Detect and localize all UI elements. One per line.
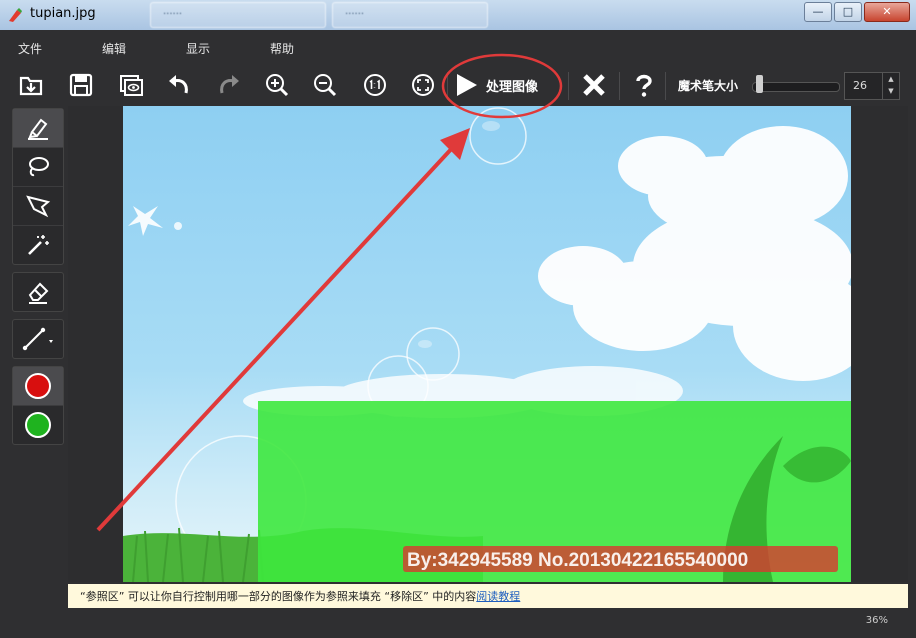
chevron-down-icon[interactable]: ▼: [883, 85, 899, 97]
zoom-level: 36%: [865, 615, 888, 626]
menu-view[interactable]: 显示: [186, 40, 210, 57]
save-button[interactable]: [64, 68, 98, 102]
open-icon: [19, 76, 43, 96]
brush-size-slider-thumb[interactable]: [755, 75, 763, 93]
window-controls: — □ ✕: [804, 2, 910, 22]
menu-edit[interactable]: 编辑: [102, 40, 126, 57]
eraser-tool[interactable]: [13, 273, 63, 311]
open-button[interactable]: [14, 68, 48, 102]
eraser-group: [12, 272, 64, 312]
brush-size-slider[interactable]: [752, 82, 840, 92]
zoom-out-button[interactable]: [308, 68, 342, 102]
image-watermark: By:342945589 No.20130422165540000: [407, 550, 748, 571]
red-dot: [25, 373, 51, 399]
sparkle-icon: [128, 206, 163, 236]
help-button[interactable]: [627, 68, 661, 102]
preview-icon: [120, 75, 143, 96]
close-button[interactable]: ✕: [864, 2, 910, 22]
toolbar-divider: [568, 72, 569, 100]
eraser-icon: [28, 282, 49, 304]
polygon-lasso-tool[interactable]: [13, 187, 63, 226]
brush-size-label: 魔术笔大小: [678, 79, 739, 93]
magic-wand-tool[interactable]: [13, 226, 63, 264]
info-text: “参照区” 可以让你自行控制用哪一部分的图像作为参照来填充 “移除区” 中的内容…: [80, 588, 520, 604]
redo-button[interactable]: [212, 68, 246, 102]
red-color-swatch[interactable]: [13, 367, 63, 406]
app-window: tupian.jpg ······ ······ — □ ✕ 文件 编辑 显示 …: [0, 0, 916, 638]
toolbar-divider: [619, 72, 620, 100]
polygon-lasso-icon: [26, 195, 51, 218]
zoom-out-icon: [314, 74, 337, 97]
undo-icon: [169, 75, 188, 94]
process-image-button[interactable]: 处理图像: [452, 68, 562, 102]
green-color-swatch[interactable]: [13, 406, 63, 444]
line-group: [12, 319, 64, 359]
minimize-button[interactable]: —: [804, 2, 832, 22]
redo-icon: [220, 75, 239, 94]
preview-button[interactable]: [114, 68, 148, 102]
toolbar-divider: [665, 72, 666, 100]
cancel-button[interactable]: [577, 68, 611, 102]
marker-tool[interactable]: [13, 109, 63, 148]
brush-size-stepper[interactable]: 26 ▲ ▼: [844, 72, 900, 100]
title-bar: tupian.jpg ······ ······ — □ ✕: [0, 0, 916, 31]
stepper-arrows[interactable]: ▲ ▼: [882, 73, 899, 99]
zoom-in-button[interactable]: [260, 68, 294, 102]
menu-help[interactable]: 帮助: [270, 40, 294, 57]
marker-icon: [28, 118, 48, 140]
color-group: [12, 366, 64, 445]
cancel-icon: [583, 74, 605, 96]
maximize-button[interactable]: □: [834, 2, 862, 22]
actual-size-button[interactable]: [358, 68, 392, 102]
background-tab[interactable]: ······: [150, 2, 326, 28]
chevron-up-icon[interactable]: ▲: [883, 73, 899, 85]
lasso-tool[interactable]: [13, 148, 63, 187]
image-scene: By:342945589 No.20130422165540000: [123, 107, 851, 582]
zoom-in-icon: [266, 74, 289, 97]
fit-screen-button[interactable]: [406, 68, 440, 102]
fit-screen-icon: [412, 74, 434, 96]
background-tab[interactable]: ······: [332, 2, 488, 28]
undo-button[interactable]: [162, 68, 196, 102]
status-bar: 36%: [0, 608, 916, 638]
help-icon: [636, 74, 652, 97]
edited-image[interactable]: By:342945589 No.20130422165540000: [123, 106, 851, 582]
line-icon: [22, 327, 53, 351]
line-tool[interactable]: [13, 320, 63, 358]
menu-bar: 文件 编辑 显示 帮助: [0, 30, 916, 64]
app-logo-icon: [9, 8, 22, 22]
brush-size-value[interactable]: 26: [853, 79, 867, 92]
read-tutorial-link[interactable]: 阅读教程: [476, 590, 520, 603]
magic-wand-icon: [28, 235, 49, 255]
toolbar-divider: [447, 72, 448, 100]
play-icon: [457, 74, 477, 96]
info-bar: “参照区” 可以让你自行控制用哪一部分的图像作为参照来填充 “移除区” 中的内容…: [68, 584, 908, 608]
tool-panel: [12, 108, 64, 452]
info-message: “参照区” 可以让你自行控制用哪一部分的图像作为参照来填充 “移除区” 中的内容: [80, 590, 477, 603]
actual-size-icon: [364, 74, 386, 96]
window-title: tupian.jpg: [30, 6, 96, 21]
save-icon: [69, 73, 93, 97]
menu-file[interactable]: 文件: [18, 40, 42, 57]
selection-tools: [12, 108, 64, 265]
green-dot: [25, 412, 51, 438]
background-window-tabs: ······ ······: [150, 2, 488, 28]
lasso-icon: [29, 157, 49, 177]
process-image-label: 处理图像: [486, 79, 539, 95]
